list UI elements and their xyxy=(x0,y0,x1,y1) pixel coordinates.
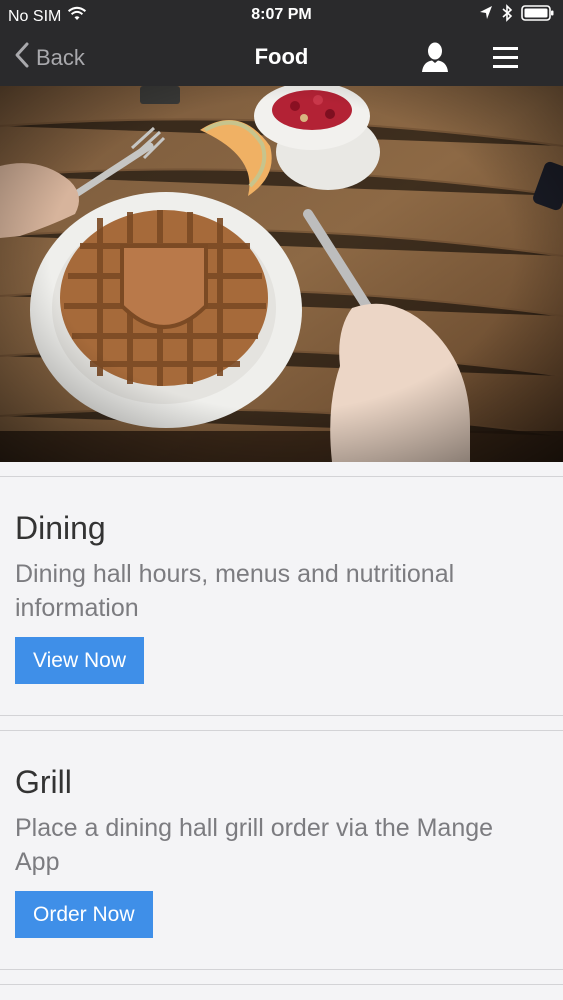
order-now-button[interactable]: Order Now xyxy=(15,891,153,938)
status-right xyxy=(479,4,555,27)
battery-icon xyxy=(521,4,555,27)
dining-card: Dining Dining hall hours, menus and nutr… xyxy=(0,476,563,716)
menu-button[interactable] xyxy=(490,43,522,73)
waffle-breakfast-photo xyxy=(0,86,563,462)
status-bar: No SIM 8:07 PM xyxy=(0,0,563,30)
view-now-button[interactable]: View Now xyxy=(15,637,144,684)
card-description: Dining hall hours, menus and nutritional… xyxy=(15,560,455,622)
hero-image xyxy=(0,86,563,462)
hamburger-menu-icon xyxy=(490,47,522,77)
profile-button[interactable] xyxy=(419,41,451,75)
card-description: Place a dining hall grill order via the … xyxy=(15,814,494,876)
card-title: Grill xyxy=(15,764,72,800)
card-title: Dining xyxy=(15,510,106,546)
location-arrow-icon xyxy=(479,5,493,26)
page-title: Food xyxy=(254,44,309,69)
navigation-bar: Back Food xyxy=(0,30,563,86)
user-icon xyxy=(419,42,451,79)
next-card-edge xyxy=(0,984,563,1000)
grill-card: Grill Place a dining hall grill order vi… xyxy=(0,730,563,970)
bluetooth-icon xyxy=(501,4,513,27)
